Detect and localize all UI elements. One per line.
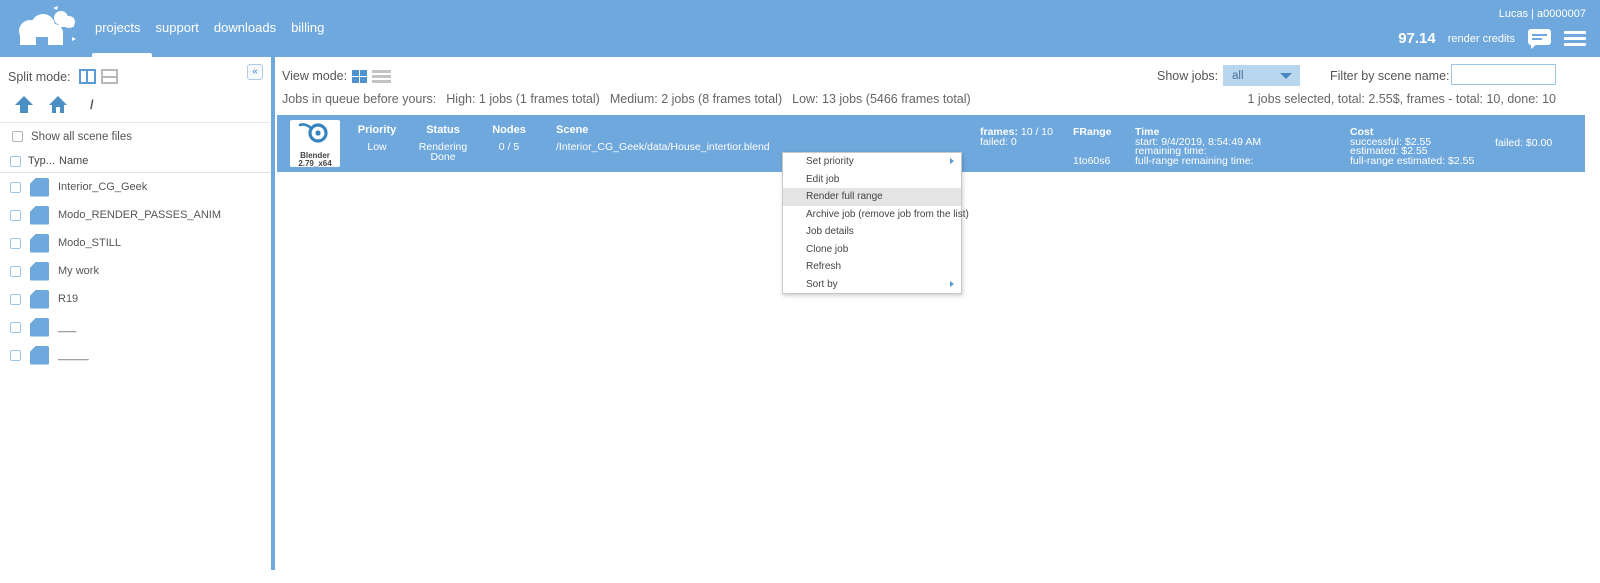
filter-label: Filter by scene name: [1330,69,1450,83]
item-checkbox[interactable] [10,293,21,305]
list-item[interactable]: _____ [0,341,270,369]
scene-path: /Interior_CG_Geek/data/House_intertior.b… [556,141,770,153]
credits-value: 97.14 [1398,30,1436,47]
folder-name: Modo_STILL [58,237,121,249]
status-header: Status [426,124,460,136]
menu-item-clone-job[interactable]: Clone job [783,241,961,259]
folder-name: ___ [58,321,77,333]
select-all-checkbox[interactable] [10,155,21,167]
nav-billing[interactable]: billing [291,20,324,35]
folder-icon [30,233,49,253]
menu-item-job-details[interactable]: Job details [783,223,961,241]
chat-icon[interactable] [1527,28,1552,49]
current-path: / [90,97,94,112]
menu-item-archive-job[interactable]: Archive job (remove job from the list) [783,206,969,224]
scene-header: Scene [556,124,589,136]
frames-block: frames: 10 / 10 failed: 0 [980,126,1053,148]
menu-item-render-full-range[interactable]: Render full range [783,188,961,206]
top-bar: projects support downloads billing Lucas… [0,0,1600,57]
view-list-icon[interactable] [372,69,392,83]
list-item[interactable]: Modo_STILL [0,229,270,257]
menu-item-sort-by[interactable]: Sort by [783,276,961,294]
show-jobs-label: Show jobs: [1157,69,1219,83]
split-horizontal-icon[interactable] [100,69,118,84]
list-item[interactable]: Modo_RENDER_PASSES_ANIM [0,201,270,229]
renderer-version: 2.79_x64 [298,159,332,168]
blender-icon [298,123,328,143]
show-jobs-dropdown[interactable]: all [1223,65,1300,86]
split-vertical-icon[interactable] [78,69,96,84]
submenu-arrow-icon [950,280,954,287]
show-all-checkbox[interactable] [12,131,23,142]
scene-sidebar: « Split mode: / Show all scene files Typ… [0,57,270,570]
queue-info: Jobs in queue before yours: High: 1 jobs … [282,92,971,106]
menu-item-edit-job[interactable]: Edit job [783,171,961,189]
column-type-header[interactable]: Typ... [28,155,55,167]
credits-label: render credits [1447,32,1515,45]
cost-block: Cost successful: $2.55 estimated: $2.55 … [1350,126,1475,167]
list-item[interactable]: ___ [0,313,270,341]
list-item[interactable]: My work [0,257,270,285]
up-arrow-icon[interactable] [14,95,34,114]
folder-icon [30,345,49,365]
list-item[interactable]: Interior_CG_Geek [0,173,270,201]
home-icon[interactable] [48,95,68,114]
menu-hamburger-icon[interactable] [1564,31,1586,46]
item-checkbox[interactable] [10,181,21,193]
view-grid-icon[interactable] [352,69,368,83]
priority-header: Priority [357,124,397,136]
nodes-header: Nodes [492,124,526,136]
show-all-scene-files-row: Show all scene files [0,122,270,150]
cloud-logo-icon[interactable] [12,5,78,53]
user-account-label: Lucas | a0000007 [1498,8,1586,20]
folder-name: Interior_CG_Geek [58,181,148,193]
item-checkbox[interactable] [10,349,21,361]
chevron-down-icon [1280,73,1292,79]
sidebar-collapse-button[interactable]: « [247,64,263,80]
menu-item-set-priority[interactable]: Set priority [783,153,961,171]
renderer-badge: Blender 2.79_x64 [290,120,340,168]
priority-value: Low [367,141,387,153]
folder-icon [30,317,49,337]
folder-name: _____ [58,349,89,361]
main-nav: projects support downloads billing [95,20,324,35]
filter-scene-input[interactable] [1451,64,1556,85]
submenu-arrow-icon [950,158,954,164]
menu-item-refresh[interactable]: Refresh [783,258,961,276]
folder-icon [30,205,49,225]
show-all-label: Show all scene files [31,130,132,143]
folder-icon [30,177,49,197]
job-context-menu: Set priority Edit job Render full range … [782,152,969,294]
item-checkbox[interactable] [10,265,21,277]
nodes-value: 0 / 5 [498,141,520,153]
nav-downloads[interactable]: downloads [214,20,276,35]
folder-icon [30,261,49,281]
folder-name: Modo_RENDER_PASSES_ANIM [58,209,222,221]
item-checkbox[interactable] [10,209,21,221]
nav-projects[interactable]: projects [95,20,141,35]
folder-name: R19 [58,293,79,305]
nav-support[interactable]: support [156,20,199,35]
time-block: Time start: 9/4/2019, 8:54:49 AM remaini… [1135,126,1262,167]
scene-folder-list: Interior_CG_Geek Modo_RENDER_PASSES_ANIM… [0,173,270,369]
split-mode-label: Split mode: [8,69,71,84]
item-checkbox[interactable] [10,321,21,333]
folder-icon [30,289,49,309]
selection-summary: 1 jobs selected, total: 2.55$, frames - … [1247,92,1556,106]
cost-failed: failed: $0.00 [1495,137,1553,149]
frange-block: FRange 1to60s6 [1073,126,1112,167]
folder-name: My work [58,265,99,277]
item-checkbox[interactable] [10,237,21,249]
status-value: Rendering Done [418,141,468,163]
scene-list-header: Typ... Name [0,150,270,173]
view-mode-label: View mode: [282,69,348,83]
list-item[interactable]: R19 [0,285,270,313]
column-name-header[interactable]: Name [59,155,88,167]
jobs-panel: View mode: Jobs in queue before yours: Hi… [275,57,1600,583]
show-jobs-value: all [1232,69,1244,82]
